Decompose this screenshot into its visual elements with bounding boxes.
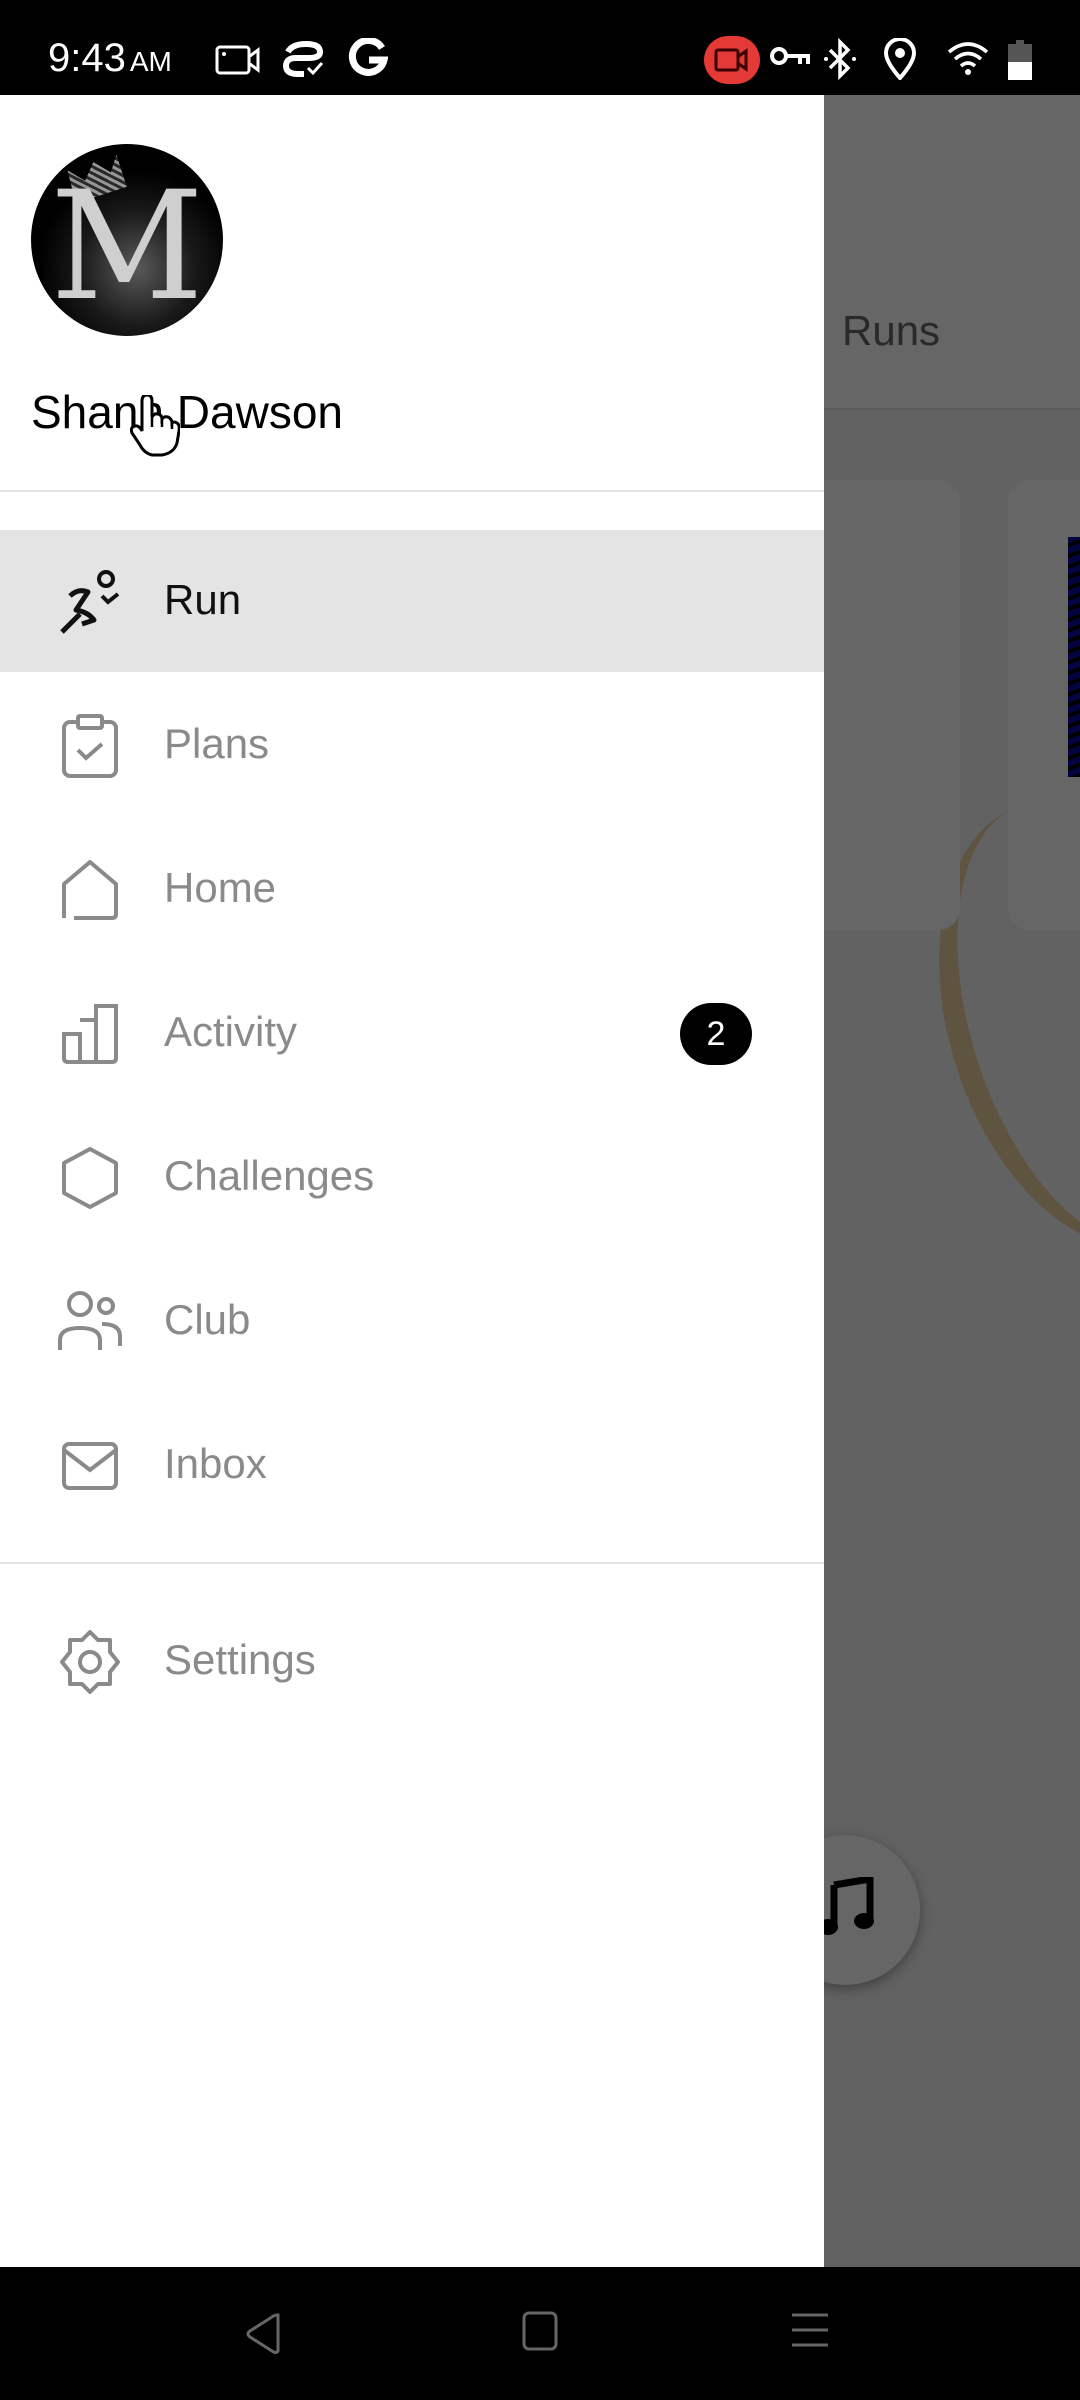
google-icon <box>348 36 389 83</box>
drawer-item-label: Run <box>164 576 242 623</box>
drawer-item-home[interactable]: Home <box>0 818 824 960</box>
drawer-item-activity[interactable]: Activity 2 <box>0 962 824 1104</box>
drawer-item-inbox[interactable]: Inbox <box>0 1394 824 1536</box>
drawer-item-label: Activity <box>164 1008 298 1055</box>
drawer-item-challenges[interactable]: Challenges <box>0 1106 824 1248</box>
drawer-item-label: Settings <box>164 1636 316 1683</box>
time-text: 9:43 <box>48 36 126 80</box>
home-button[interactable] <box>522 2311 558 2356</box>
home-square-icon <box>522 2311 558 2351</box>
people-icon <box>58 1290 122 1354</box>
gear-icon <box>58 1630 122 1694</box>
drawer-item-label: Home <box>164 864 277 911</box>
sync-check-icon <box>282 40 326 83</box>
wifi-icon <box>946 40 990 81</box>
back-icon <box>246 2313 280 2354</box>
ampm-text: AM <box>129 46 172 77</box>
profile-divider <box>0 490 824 492</box>
status-bar: 9:43 AM <box>0 0 1080 95</box>
bluetooth-icon <box>822 37 858 85</box>
drawer-item-label: Club <box>164 1296 251 1343</box>
location-icon <box>883 37 917 85</box>
drawer-item-plans[interactable]: Plans <box>0 674 824 816</box>
hand-cursor-icon <box>128 393 181 462</box>
recents-icon <box>792 2313 828 2347</box>
drawer-item-label: Challenges <box>164 1152 375 1199</box>
profile-name[interactable]: Shann Dawson <box>31 385 343 439</box>
drawer-item-settings[interactable]: Settings <box>0 1590 824 1732</box>
recording-active-icon <box>704 36 760 89</box>
vpn-key-icon <box>770 46 810 75</box>
avatar-letter: M <box>50 160 204 334</box>
running-figure-icon <box>58 570 122 634</box>
activity-count-badge: 2 <box>680 1003 752 1065</box>
drawer-item-label: Inbox <box>164 1440 267 1487</box>
avatar[interactable]: M <box>31 144 223 336</box>
status-time: 9:43 AM <box>48 36 172 81</box>
bar-chart-icon <box>58 1002 122 1066</box>
system-nav-bar <box>0 2267 1080 2400</box>
battery-icon <box>1008 40 1032 85</box>
home-icon <box>58 858 122 922</box>
envelope-icon <box>58 1434 122 1498</box>
recents-button[interactable] <box>790 2311 830 2356</box>
settings-divider <box>0 1562 824 1564</box>
clipboard-check-icon <box>58 714 122 778</box>
screen-record-icon <box>215 44 261 81</box>
navigation-drawer: M Shann Dawson Run Plans Home Activity 2 <box>0 95 824 2267</box>
hexagon-icon <box>58 1146 122 1210</box>
drawer-item-run[interactable]: Run <box>0 530 824 672</box>
back-button[interactable] <box>244 2311 284 2362</box>
drawer-item-club[interactable]: Club <box>0 1250 824 1392</box>
drawer-item-label: Plans <box>164 720 270 767</box>
